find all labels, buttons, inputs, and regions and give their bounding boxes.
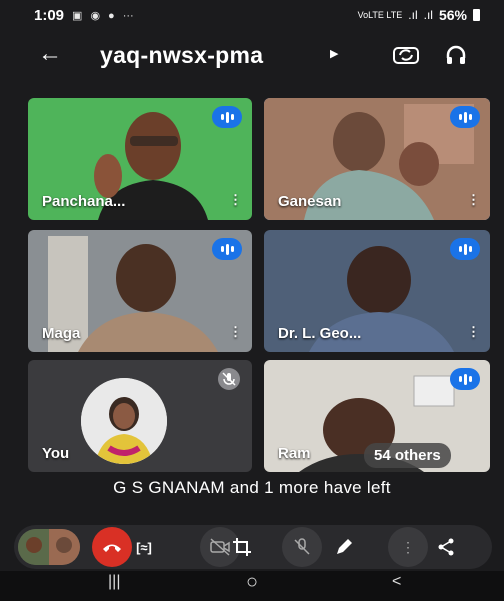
speaking-indicator-icon: [450, 368, 480, 390]
call-controls: [≈] ⋮: [14, 525, 492, 569]
status-bar: 1:09 ▣ ◉ ● ··· VoLTE LTE .ıl .ıl 56%: [0, 0, 504, 30]
home-icon[interactable]: ○: [246, 571, 258, 594]
recent-apps-icon[interactable]: |||: [108, 573, 120, 591]
participant-tile[interactable]: Maga ⋮: [28, 230, 252, 352]
share-icon[interactable]: [426, 527, 466, 567]
nav-back-icon[interactable]: <: [392, 573, 401, 591]
signal-text: VoLTE LTE: [357, 9, 403, 20]
back-arrow-icon[interactable]: ←: [38, 40, 62, 68]
more-vert-icon[interactable]: ⋮: [467, 192, 480, 208]
more-vert-icon[interactable]: ⋮: [467, 324, 480, 340]
mic-off-icon: [218, 368, 240, 390]
chat-icon: ●: [108, 9, 115, 22]
self-tile[interactable]: You: [28, 360, 252, 472]
speaking-indicator-icon: [212, 238, 242, 260]
avatar: [81, 378, 167, 464]
participant-tile[interactable]: Dr. L. Geo... ⋮: [264, 230, 490, 352]
speaking-indicator-icon: [450, 106, 480, 128]
more-icon: ···: [122, 9, 134, 22]
participant-tile[interactable]: Ram 54 others: [264, 360, 490, 472]
self-view-icon[interactable]: [18, 529, 80, 565]
mic-off-icon[interactable]: [282, 527, 322, 567]
status-time: 1:09: [34, 7, 65, 24]
chevron-right-icon[interactable]: ▶: [330, 47, 338, 60]
headphones-icon[interactable]: [444, 43, 468, 72]
more-vert-icon[interactable]: ⋮: [229, 192, 242, 208]
battery-icon: [473, 9, 480, 21]
signal-bars-icon: .ıl: [408, 8, 418, 22]
gallery-icon: ▣: [72, 10, 83, 22]
camera-switch-icon[interactable]: [392, 43, 420, 72]
more-vert-icon[interactable]: ⋮: [229, 324, 242, 340]
record-icon: ◉: [90, 10, 101, 22]
participant-name: Panchana...: [42, 193, 126, 210]
participant-tile[interactable]: Ganesan ⋮: [264, 98, 490, 220]
more-vert-icon[interactable]: ⋮: [388, 527, 428, 567]
participant-tile[interactable]: Panchana... ⋮: [28, 98, 252, 220]
participant-name: Maga: [42, 325, 81, 342]
participant-name: Dr. L. Geo...: [278, 325, 362, 342]
speaking-indicator-icon: [450, 238, 480, 260]
crop-icon[interactable]: [222, 527, 262, 567]
others-count[interactable]: 54 others: [364, 443, 451, 468]
captions-icon[interactable]: [≈]: [124, 527, 164, 567]
battery-percent: 56%: [438, 7, 467, 23]
participant-name: Ganesan: [278, 193, 342, 210]
meeting-header: ← yaq-nwsx-pma ▶: [0, 34, 504, 78]
system-nav-bar: ||| ○ <: [0, 571, 504, 601]
signal-bars-icon: .ıl: [423, 8, 433, 22]
pen-icon[interactable]: [324, 527, 364, 567]
participants-left-notice: G S GNANAM and 1 more have left: [113, 478, 391, 497]
participant-name: You: [42, 445, 70, 462]
meeting-code[interactable]: yaq-nwsx-pma: [100, 42, 263, 69]
participant-name: Ram: [278, 445, 311, 462]
speaking-indicator-icon: [212, 106, 242, 128]
